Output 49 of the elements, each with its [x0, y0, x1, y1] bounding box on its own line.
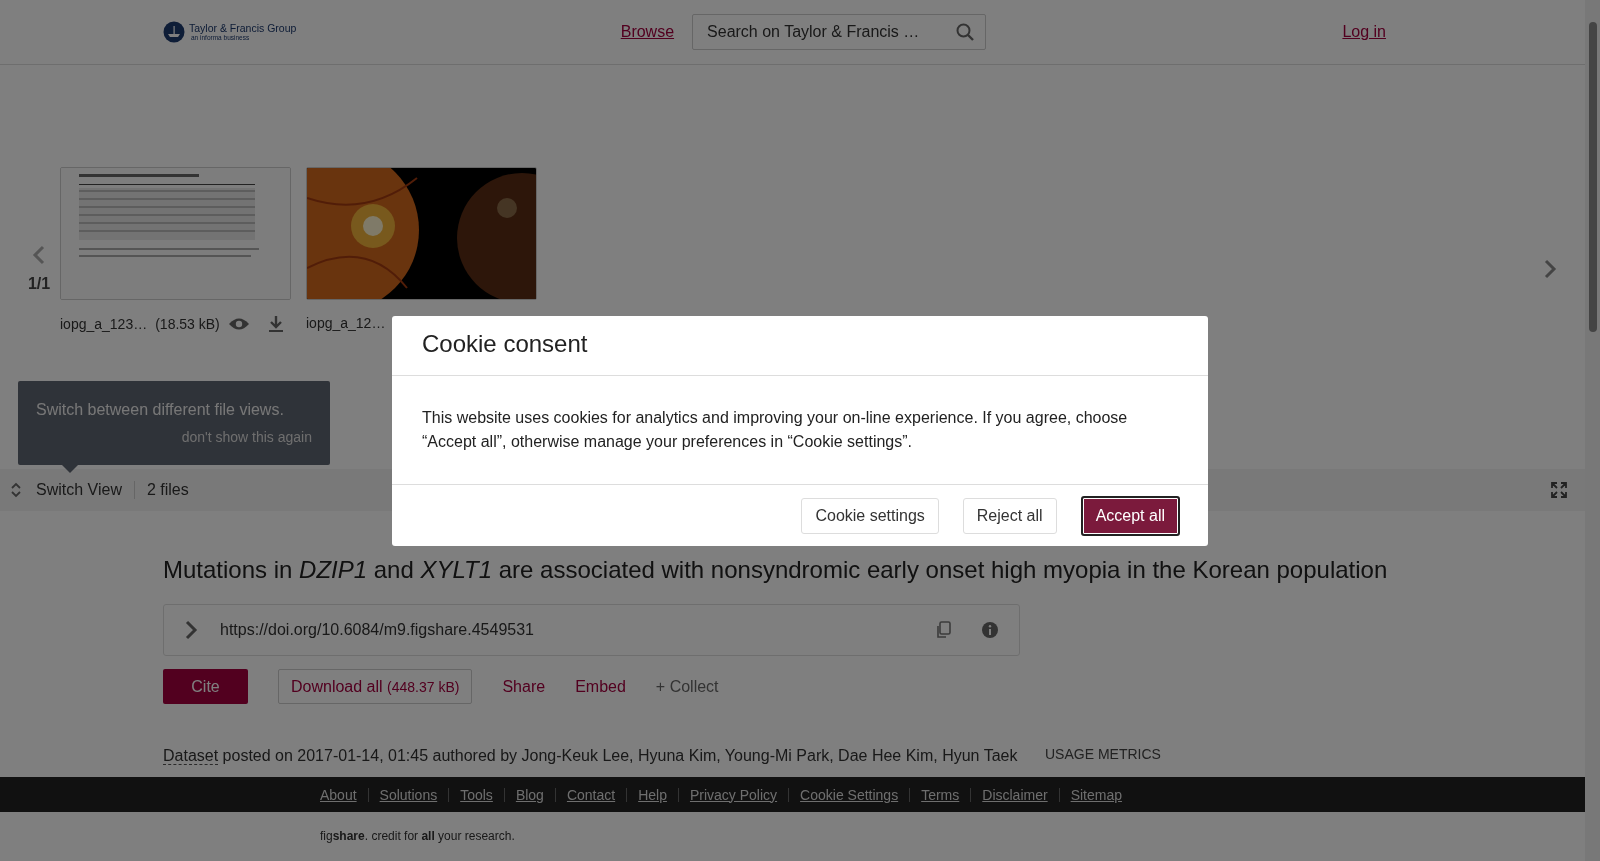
- tooltip-text: Switch between different file views.: [36, 401, 285, 419]
- copy-icon[interactable]: [935, 621, 951, 639]
- search-icon[interactable]: [956, 23, 975, 41]
- footer-link[interactable]: Privacy Policy: [689, 786, 778, 803]
- action-link[interactable]: + Collect: [655, 669, 719, 704]
- expand-icon[interactable]: [184, 620, 198, 640]
- cite-button[interactable]: Cite: [163, 669, 248, 704]
- action-link[interactable]: Embed: [575, 669, 626, 704]
- dialog-button[interactable]: Reject all: [962, 497, 1057, 534]
- credit-text: figshare. credit for all your research.: [320, 829, 515, 843]
- switch-view-button[interactable]: Switch View: [36, 481, 122, 499]
- fullscreen-icon[interactable]: [1551, 482, 1567, 498]
- file-count: 2 files: [146, 481, 189, 499]
- download-icon[interactable]: [267, 315, 284, 333]
- file-size: (18.53 kB): [155, 316, 220, 332]
- dialog-button[interactable]: Cookie settings: [801, 497, 939, 534]
- byline-text: Dataset posted on 2017-01-14, 01:45 authored by Jong-Keuk Lee, Hyuna Kim, Young-Mi Park, Dae Hee Kim, Hyun Taek: [163, 746, 1019, 767]
- doi-link[interactable]: https://doi.org/10.6084/m9.figshare.4549531: [220, 621, 534, 639]
- login-link[interactable]: Log in: [1342, 23, 1386, 41]
- file-name: iopg_a_12…: [306, 315, 386, 331]
- page-indicator: 1/1: [27, 275, 51, 293]
- logo-icon: [163, 21, 185, 43]
- footer-link[interactable]: Solutions: [379, 786, 438, 803]
- dialog-text: This website uses cookies for analytics and improving your on-line experience. If you agree, choose “Accept all”, otherwise manage your preferences in “Cookie settings”.: [392, 376, 1208, 485]
- eye-icon[interactable]: [227, 317, 250, 331]
- scrollbar[interactable]: [1585, 0, 1600, 861]
- footer-link[interactable]: Terms: [921, 786, 960, 803]
- footer-link[interactable]: About: [320, 786, 357, 803]
- dismiss-link[interactable]: don't show this again: [181, 429, 312, 445]
- footer-link[interactable]: Help: [638, 786, 667, 803]
- footer-link[interactable]: Contact: [566, 786, 616, 803]
- search-field[interactable]: Search on Taylor & Francis …: [692, 14, 987, 50]
- dataset-link[interactable]: Dataset: [163, 747, 219, 765]
- dialog-title: Cookie consent: [392, 316, 1208, 376]
- footer-link[interactable]: Tools: [460, 786, 493, 803]
- footer-link[interactable]: Cookie Settings: [800, 786, 899, 803]
- accept-button[interactable]: Accept all: [1080, 495, 1180, 536]
- switch-icon[interactable]: [10, 482, 22, 498]
- logo-text: Taylor & Francis Group: [189, 22, 297, 34]
- file-name: iopg_a_123…: [60, 316, 148, 332]
- article-title: Mutations in DZIP1 and XYLT1 are associated with nonsyndromic early onset high myopia in the Korean population: [163, 555, 1389, 585]
- usage-metrics-heading: USAGE METRICS: [1045, 745, 1161, 764]
- download-all-button[interactable]: Download all (448.37 kB): [278, 669, 473, 704]
- browse-link[interactable]: Browse: [620, 23, 675, 41]
- footer-link[interactable]: Blog: [515, 786, 544, 803]
- footer-link[interactable]: Disclaimer: [982, 786, 1048, 803]
- info-icon[interactable]: [981, 621, 999, 639]
- footer-link[interactable]: Sitemap: [1070, 786, 1122, 803]
- action-link[interactable]: Share: [502, 669, 546, 704]
